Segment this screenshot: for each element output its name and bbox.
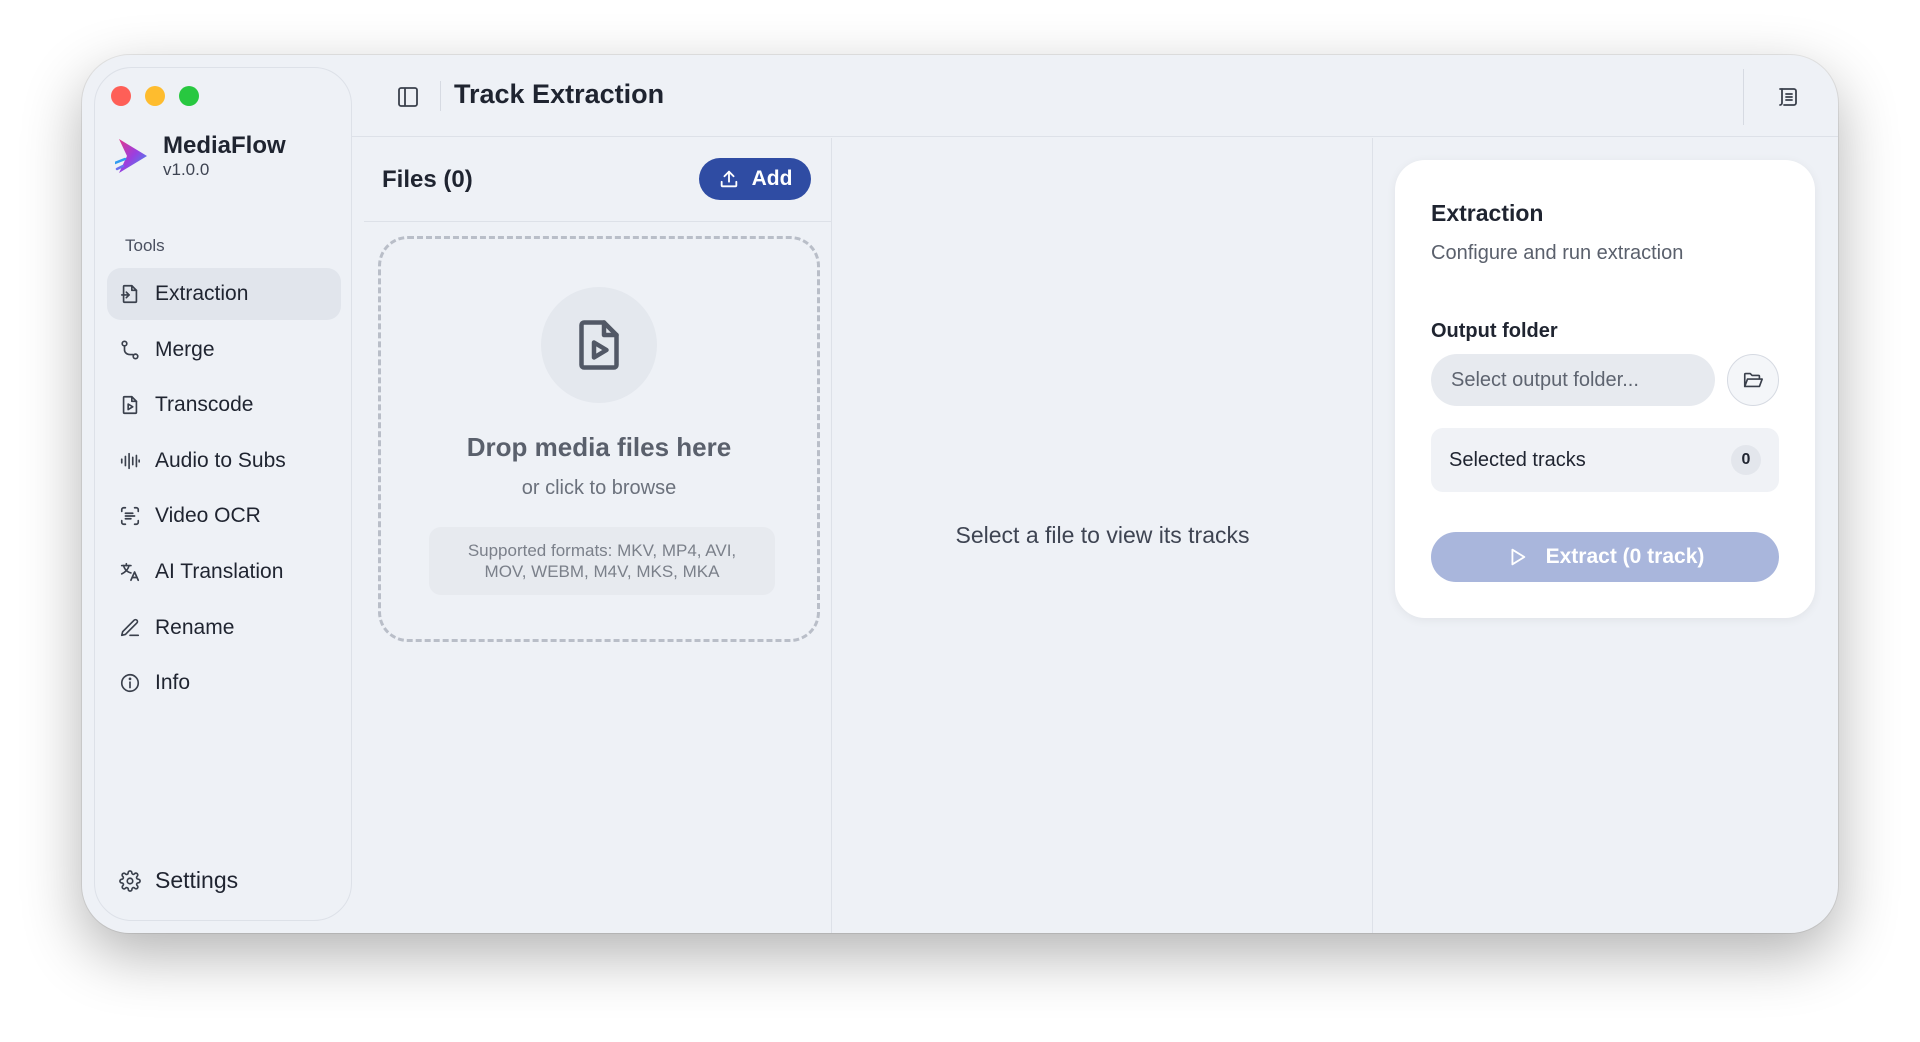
logs-icon[interactable]: [1776, 85, 1800, 109]
file-export-icon: [120, 284, 138, 304]
page-title: Track Extraction: [454, 79, 665, 109]
add-files-button[interactable]: Add: [699, 158, 811, 200]
sidebar-item-video-ocr[interactable]: Video OCR: [107, 490, 341, 542]
info-icon: [120, 674, 140, 693]
header-divider: [1743, 69, 1744, 125]
add-files-label: Add: [751, 167, 793, 190]
extraction-card: Extraction Configure and run extraction …: [1395, 160, 1815, 618]
window-controls: [111, 86, 199, 106]
brand: MediaFlow v1.0.0: [115, 132, 286, 180]
pen-icon: [120, 618, 140, 636]
settings-label: Settings: [155, 867, 239, 893]
supported-formats: Supported formats: MKV, MP4, AVI, MOV, W…: [429, 527, 775, 595]
sidebar-item-audio-to-subs[interactable]: Audio to Subs: [107, 435, 341, 487]
upload-icon: [720, 170, 737, 188]
tracks-panel: Select a file to view its tracks: [833, 138, 1373, 933]
sidebar-item-settings[interactable]: Settings: [119, 867, 238, 894]
files-panel: Files (0) Add Drop media files here or c…: [364, 138, 832, 933]
file-video-icon: [122, 396, 138, 415]
selected-tracks-label: Selected tracks: [1449, 449, 1586, 471]
sidebar-item-extraction[interactable]: Extraction: [107, 268, 341, 320]
folder-open-icon: [1743, 372, 1763, 388]
sidebar-item-label: AI Translation: [155, 559, 284, 583]
sidebar-item-ai-translation[interactable]: AI Translation: [107, 546, 341, 598]
merge-icon: [121, 340, 139, 360]
audio-lines-icon: [120, 452, 140, 469]
top-header: Track Extraction: [352, 55, 1838, 137]
files-header: Files (0) Add: [364, 138, 831, 222]
file-dropzone[interactable]: Drop media files here or click to browse…: [378, 236, 820, 642]
sidebar-item-merge[interactable]: Merge: [107, 324, 341, 376]
tools-nav: Extraction Merge Transcode Audio to Subs: [107, 268, 341, 713]
maximize-window-button[interactable]: [179, 86, 199, 106]
sidebar-item-label: Video OCR: [155, 504, 261, 528]
files-title: Files (0): [382, 166, 473, 193]
sidebar-item-label: Transcode: [155, 393, 254, 417]
sidebar-item-label: Rename: [155, 615, 235, 639]
selected-tracks-count: 0: [1731, 445, 1761, 475]
sidebar-item-label: Audio to Subs: [155, 448, 286, 472]
dropzone-title: Drop media files here: [466, 432, 732, 462]
sidebar-item-transcode[interactable]: Transcode: [107, 379, 341, 431]
sidebar: MediaFlow v1.0.0 Tools Extraction Merge: [94, 67, 352, 921]
sidebar-item-label: Info: [155, 671, 191, 695]
header-divider: [440, 81, 441, 111]
app-window: MediaFlow v1.0.0 Tools Extraction Merge: [82, 55, 1838, 933]
minimize-window-button[interactable]: [145, 86, 165, 106]
tracks-empty-message: Select a file to view its tracks: [955, 522, 1250, 548]
dropzone-subtitle: or click to browse: [521, 477, 677, 499]
extraction-subtitle: Configure and run extraction: [1431, 242, 1684, 264]
file-video-icon: [579, 320, 619, 370]
app-logo-icon: [115, 137, 149, 175]
sidebar-item-label: Extraction: [155, 282, 249, 305]
sidebar-toggle-icon[interactable]: [396, 85, 420, 109]
sidebar-item-label: Merge: [155, 337, 215, 361]
sidebar-item-info[interactable]: Info: [107, 657, 341, 709]
extract-button[interactable]: Extract (0 track): [1431, 532, 1779, 582]
sidebar-item-rename[interactable]: Rename: [107, 602, 341, 654]
selected-tracks-box: Selected tracks 0: [1431, 428, 1779, 492]
app-version: v1.0.0: [163, 160, 210, 179]
dropzone-icon-circle: [541, 287, 657, 403]
output-folder-label: Output folder: [1431, 320, 1558, 342]
gear-icon: [119, 869, 141, 892]
extract-button-label: Extract (0 track): [1545, 545, 1705, 568]
tools-section-label: Tools: [125, 236, 165, 255]
scan-text-icon: [120, 507, 140, 526]
browse-folder-button[interactable]: [1727, 354, 1779, 406]
app-name: MediaFlow: [163, 132, 286, 159]
translate-icon: [120, 562, 140, 582]
extraction-title: Extraction: [1431, 200, 1544, 226]
output-folder-input[interactable]: [1431, 354, 1715, 406]
play-icon: [1511, 548, 1525, 566]
close-window-button[interactable]: [111, 86, 131, 106]
